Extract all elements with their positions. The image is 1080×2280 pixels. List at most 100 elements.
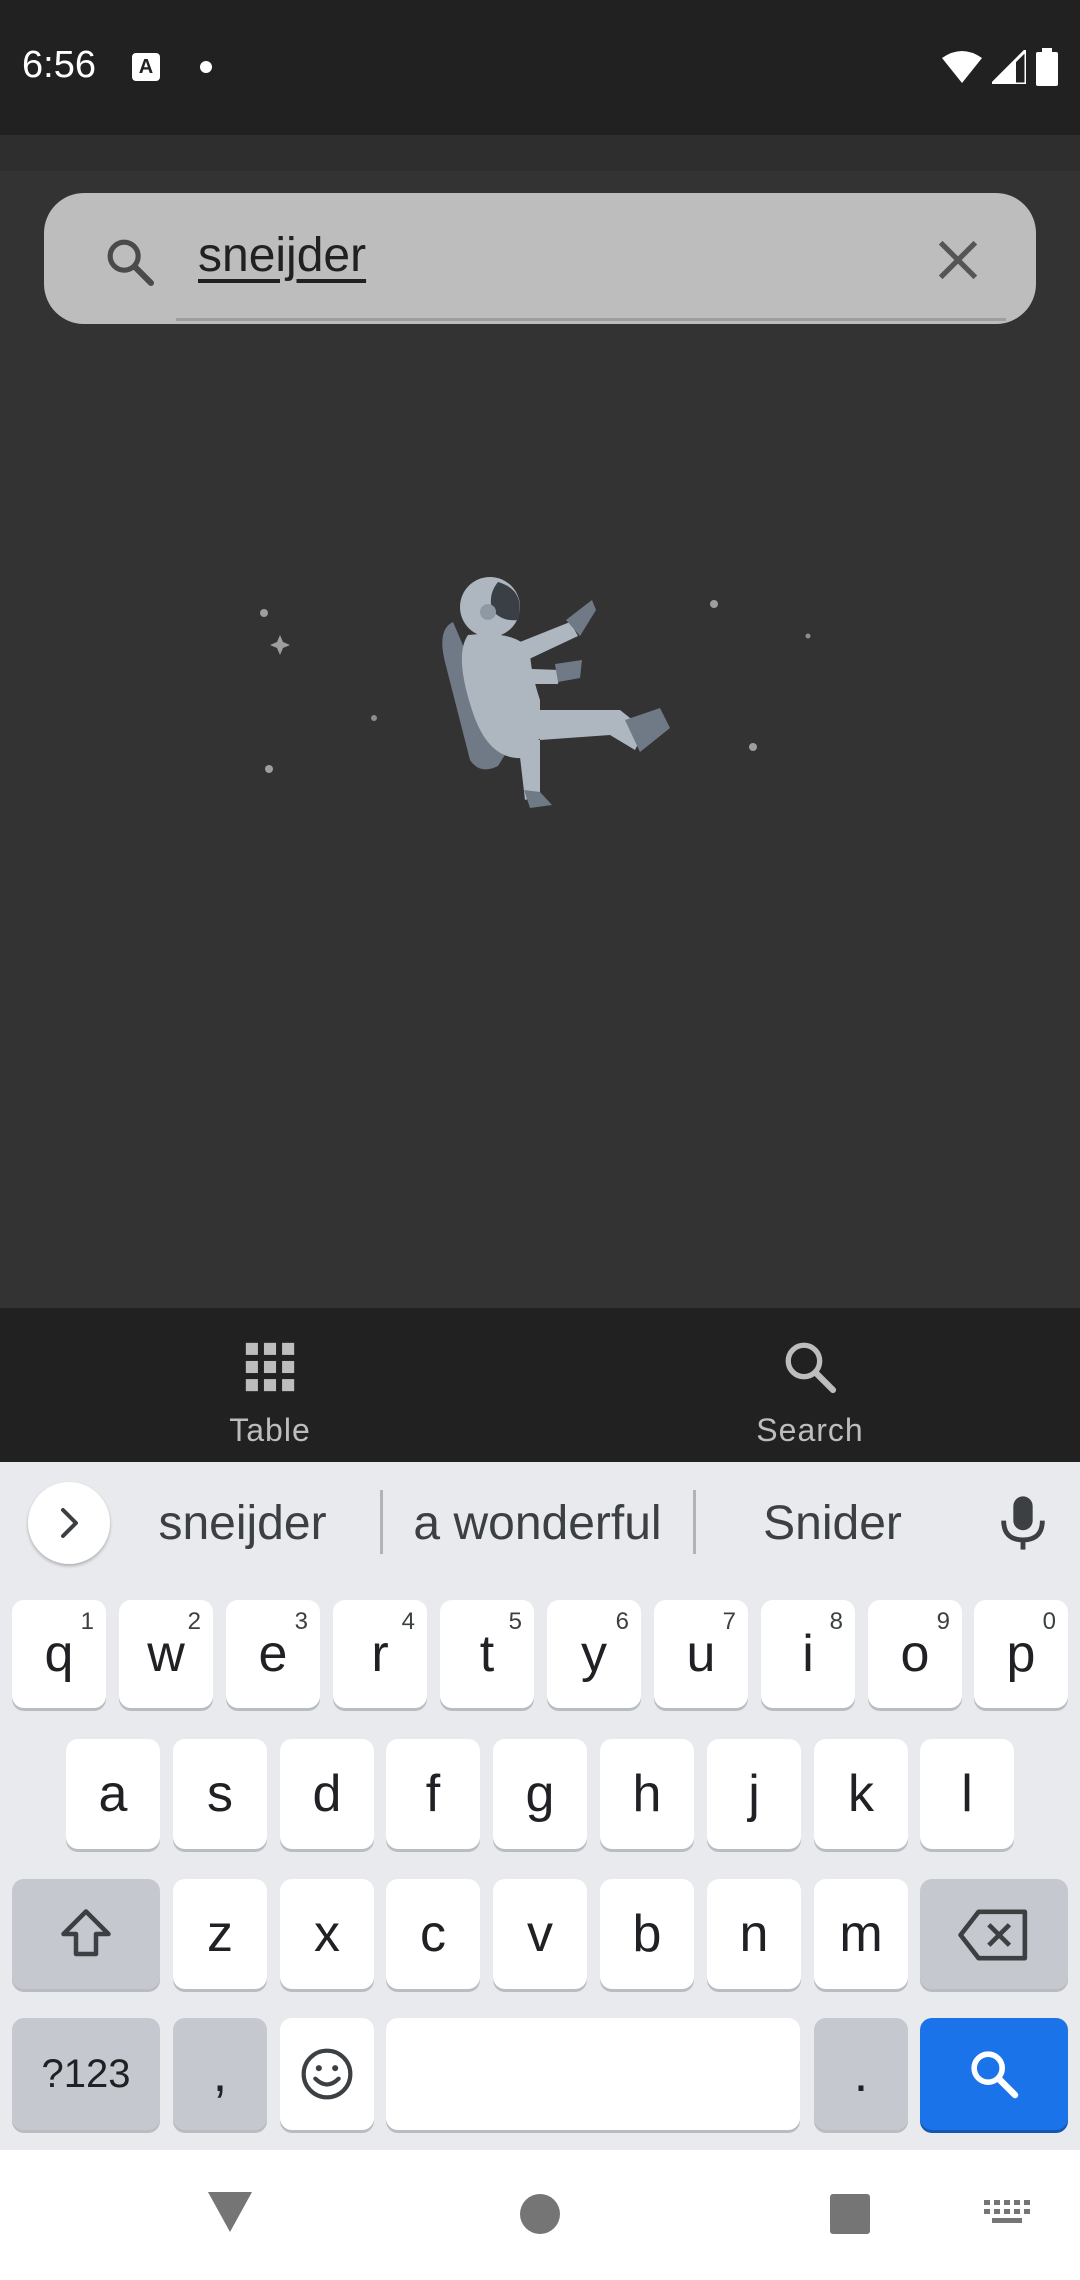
key-label: h	[632, 1765, 662, 1823]
suggestion-2[interactable]: a wonderful	[390, 1496, 685, 1551]
key-k[interactable]: k	[814, 1739, 908, 1849]
microphone-icon[interactable]	[998, 1494, 1048, 1552]
grid-icon	[245, 1342, 295, 1392]
status-bar: 6:56 A	[0, 0, 1080, 135]
soft-keyboard: sneijder a wonderful Snider q1 w2 e3 r4 …	[0, 1462, 1080, 2150]
key-r[interactable]: r4	[333, 1600, 427, 1708]
key-g[interactable]: g	[493, 1739, 587, 1849]
system-navigation-bar	[0, 2150, 1080, 2280]
key-n[interactable]: n	[707, 1879, 801, 1989]
key-label: m	[839, 1905, 883, 1963]
key-label: k	[848, 1765, 874, 1823]
back-icon[interactable]	[206, 2190, 254, 2234]
suggestion-1[interactable]: sneijder	[120, 1496, 365, 1551]
backspace-icon	[958, 1909, 1028, 1961]
key-label: j	[748, 1765, 760, 1823]
key-s[interactable]: s	[173, 1739, 267, 1849]
symbols-key[interactable]: ?123	[12, 2018, 160, 2130]
expand-suggestions-button[interactable]	[28, 1482, 110, 1564]
recents-icon[interactable]	[828, 2192, 872, 2236]
key-a[interactable]: a	[66, 1739, 160, 1849]
key-hint: 5	[508, 1608, 522, 1635]
key-t[interactable]: t5	[440, 1600, 534, 1708]
key-c[interactable]: c	[386, 1879, 480, 1989]
key-hint: 9	[936, 1608, 950, 1635]
search-icon	[107, 239, 155, 287]
keyboard-switcher-icon[interactable]	[984, 2200, 1030, 2230]
astronaut-empty-state-illustration	[260, 577, 811, 808]
key-hint: 4	[401, 1608, 415, 1635]
bottom-navigation: Table Search	[0, 1308, 1080, 1462]
suggestion-divider	[380, 1490, 383, 1554]
nav-label-search: Search	[756, 1412, 864, 1448]
search-icon	[971, 2051, 1019, 2099]
key-label: v	[527, 1905, 553, 1963]
suggestion-divider	[693, 1490, 696, 1554]
suggestion-strip: sneijder a wonderful Snider	[0, 1462, 1080, 1582]
key-b[interactable]: b	[600, 1879, 694, 1989]
key-j[interactable]: j	[707, 1739, 801, 1849]
suggestion-3[interactable]: Snider	[705, 1496, 960, 1551]
emoji-key[interactable]	[280, 2018, 374, 2130]
key-label: l	[961, 1765, 973, 1823]
key-label: f	[425, 1765, 441, 1823]
emoji-icon	[301, 2048, 353, 2100]
key-label: ,	[212, 2045, 228, 2103]
key-label: .	[853, 2045, 869, 2103]
search-input-underline	[176, 318, 1006, 321]
nav-item-search[interactable]: Search	[540, 1308, 1080, 1462]
key-hint: 6	[615, 1608, 629, 1635]
battery-icon	[1036, 48, 1058, 86]
key-hint: 2	[187, 1608, 201, 1635]
search-input[interactable]: sneijder	[198, 228, 366, 283]
key-d[interactable]: d	[280, 1739, 374, 1849]
key-w[interactable]: w2	[119, 1600, 213, 1708]
wifi-icon	[942, 51, 982, 83]
key-y[interactable]: y6	[547, 1600, 641, 1708]
search-icon	[785, 1342, 837, 1394]
backspace-key[interactable]	[920, 1879, 1068, 1989]
key-q[interactable]: q1	[12, 1600, 106, 1708]
key-i[interactable]: i8	[761, 1600, 855, 1708]
key-label: ?123	[41, 2052, 131, 2096]
key-hint: 3	[294, 1608, 308, 1635]
notification-app-icon: A	[132, 53, 160, 81]
key-l[interactable]: l	[920, 1739, 1014, 1849]
status-icons	[942, 48, 1058, 86]
notification-dot-icon	[200, 61, 212, 73]
key-label: b	[632, 1905, 662, 1963]
key-label: n	[739, 1905, 769, 1963]
app-bar	[0, 135, 1080, 171]
nav-item-table[interactable]: Table	[0, 1308, 540, 1462]
key-label: x	[314, 1905, 340, 1963]
key-label: z	[207, 1905, 233, 1963]
key-h[interactable]: h	[600, 1739, 694, 1849]
key-m[interactable]: m	[814, 1879, 908, 1989]
key-label: g	[525, 1765, 555, 1823]
period-key[interactable]: .	[814, 2018, 908, 2130]
comma-key[interactable]: ,	[173, 2018, 267, 2130]
key-e[interactable]: e3	[226, 1600, 320, 1708]
shift-icon	[61, 1909, 111, 1957]
key-hint: 0	[1042, 1608, 1056, 1635]
key-o[interactable]: o9	[868, 1600, 962, 1708]
space-bar[interactable]	[386, 2018, 800, 2130]
key-label: c	[420, 1905, 446, 1963]
close-icon[interactable]	[932, 234, 984, 286]
key-hint: 1	[80, 1608, 94, 1635]
key-x[interactable]: x	[280, 1879, 374, 1989]
key-p[interactable]: p0	[974, 1600, 1068, 1708]
key-hint: 8	[829, 1608, 843, 1635]
key-label: d	[312, 1765, 342, 1823]
key-z[interactable]: z	[173, 1879, 267, 1989]
shift-key[interactable]	[12, 1879, 160, 1989]
search-bar[interactable]	[44, 193, 1036, 324]
home-icon[interactable]	[518, 2192, 562, 2236]
key-u[interactable]: u7	[654, 1600, 748, 1708]
cellular-signal-icon	[992, 50, 1026, 84]
chevron-right-icon	[61, 1508, 78, 1538]
key-v[interactable]: v	[493, 1879, 587, 1989]
nav-label-table: Table	[229, 1412, 311, 1448]
key-f[interactable]: f	[386, 1739, 480, 1849]
search-action-key[interactable]	[920, 2018, 1068, 2130]
